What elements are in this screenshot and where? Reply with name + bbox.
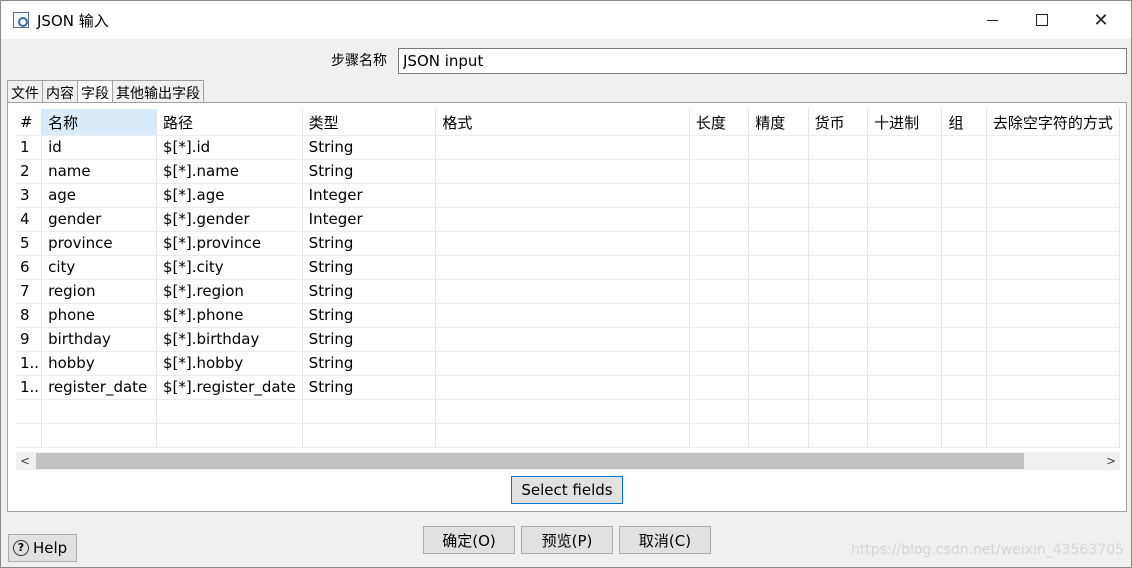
column-header-currency[interactable]: 货币 <box>808 109 869 136</box>
fields-table: ^# 名称 路径 类型 格式 长度 精度 货币 十进制 组 去除空字符的方式 1… <box>16 109 1120 448</box>
table-header-row: ^# 名称 路径 类型 格式 长度 精度 货币 十进制 组 去除空字符的方式 <box>16 109 1120 136</box>
title-bar: JSON 输入 ✕ <box>1 1 1131 39</box>
table-row[interactable]: 9 birthday $[*].birthday String <box>16 327 1120 352</box>
minimize-icon <box>986 19 998 21</box>
cancel-button[interactable]: 取消(C) <box>619 526 711 554</box>
table-row[interactable]: 6 city $[*].city String <box>16 255 1120 280</box>
step-name-input[interactable] <box>398 48 1127 74</box>
table-row[interactable]: 1 id $[*].id String <box>16 135 1120 160</box>
help-button[interactable]: ? Help <box>8 534 77 562</box>
help-icon: ? <box>13 540 29 556</box>
table-row[interactable]: 4 gender $[*].gender Integer <box>16 207 1120 232</box>
maximize-button[interactable] <box>1019 1 1065 39</box>
table-row[interactable]: 8 phone $[*].phone String <box>16 303 1120 328</box>
help-label: Help <box>33 539 68 557</box>
dialog-window: JSON 输入 ✕ 步骤名称 文件 内容 字段 其他输出字段 ^# 名称 <box>0 0 1132 568</box>
column-header-format[interactable]: 格式 <box>435 109 690 136</box>
table-row[interactable]: 1.. register_date $[*].register_date String <box>16 375 1120 400</box>
table-row-empty[interactable] <box>16 399 1120 424</box>
close-icon: ✕ <box>1093 9 1109 31</box>
scrollbar-thumb[interactable] <box>36 453 1024 469</box>
column-header-index[interactable]: ^# <box>16 109 43 136</box>
minimize-button[interactable] <box>969 1 1015 39</box>
column-header-length[interactable]: 长度 <box>689 109 750 136</box>
column-header-path[interactable]: 路径 <box>156 109 303 136</box>
transform-step-icon <box>13 12 29 28</box>
column-header-trim-type[interactable]: 去除空字符的方式 <box>986 109 1120 136</box>
select-fields-button[interactable]: Select fields <box>511 476 623 504</box>
table-row[interactable]: 2 name $[*].name String <box>16 159 1120 184</box>
ok-button[interactable]: 确定(O) <box>423 526 515 554</box>
maximize-icon <box>1036 14 1048 26</box>
watermark: https://blog.csdn.net/weixin_43563705 <box>851 542 1125 558</box>
table-row[interactable]: 1.. hobby $[*].hobby String <box>16 351 1120 376</box>
sort-indicator-icon: ^ <box>20 109 28 114</box>
table-row[interactable]: 7 region $[*].region String <box>16 279 1120 304</box>
preview-button[interactable]: 预览(P) <box>521 526 613 554</box>
tab-content[interactable]: 内容 <box>42 80 78 102</box>
column-header-precision[interactable]: 精度 <box>748 109 809 136</box>
tab-additional-output-fields[interactable]: 其他输出字段 <box>112 80 204 102</box>
close-button[interactable]: ✕ <box>1078 1 1124 39</box>
table-row[interactable]: 5 province $[*].province String <box>16 231 1120 256</box>
horizontal-scrollbar[interactable]: < > <box>16 452 1120 470</box>
column-header-group[interactable]: 组 <box>941 109 987 136</box>
scroll-right-icon[interactable]: > <box>1102 452 1120 470</box>
tab-fields[interactable]: 字段 <box>77 80 113 103</box>
scroll-left-icon[interactable]: < <box>16 452 34 470</box>
fields-tab-panel: ^# 名称 路径 类型 格式 长度 精度 货币 十进制 组 去除空字符的方式 1… <box>7 102 1127 512</box>
step-name-label: 步骤名称 <box>331 53 387 69</box>
window-title: JSON 输入 <box>37 12 109 30</box>
column-header-name[interactable]: 名称 <box>41 109 157 136</box>
table-row-empty[interactable] <box>16 423 1120 448</box>
column-header-type[interactable]: 类型 <box>302 109 437 136</box>
table-body: 1 id $[*].id String 2 name $[*].name String 3a… <box>16 135 1120 448</box>
table-row[interactable]: 3 age $[*].age Integer <box>16 183 1120 208</box>
tab-file[interactable]: 文件 <box>7 80 43 102</box>
tab-strip: 文件 内容 字段 其他输出字段 <box>7 80 204 103</box>
column-header-decimal[interactable]: 十进制 <box>867 109 943 136</box>
fields-grid: ^# 名称 路径 类型 格式 长度 精度 货币 十进制 组 去除空字符的方式 1… <box>16 109 1120 449</box>
